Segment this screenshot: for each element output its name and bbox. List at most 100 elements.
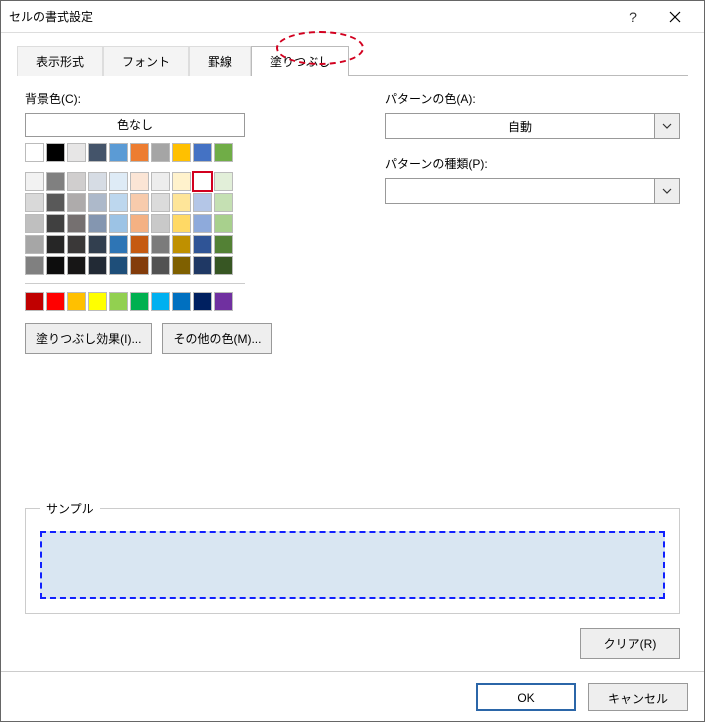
chevron-down-icon [654,178,680,204]
color-swatch[interactable] [130,235,149,254]
color-swatch[interactable] [130,172,149,191]
color-swatch[interactable] [214,292,233,311]
color-swatch[interactable] [193,214,212,233]
sample-group: サンプル [25,500,680,614]
color-swatch[interactable] [172,235,191,254]
color-swatch[interactable] [130,214,149,233]
color-swatch[interactable] [25,172,44,191]
color-swatch[interactable] [88,214,107,233]
color-swatch[interactable] [172,172,191,191]
color-swatch[interactable] [151,193,170,212]
chevron-down-icon [654,113,680,139]
color-swatch[interactable] [151,235,170,254]
color-swatch[interactable] [25,292,44,311]
color-swatch[interactable] [214,235,233,254]
color-swatch[interactable] [193,143,212,162]
pattern-type-label: パターンの種類(P): [385,155,680,172]
color-swatch[interactable] [46,214,65,233]
tab-bar: 表示形式 フォント 罫線 塗りつぶし [17,45,688,76]
fill-effects-button[interactable]: 塗りつぶし効果(I)... [25,323,152,354]
color-swatch[interactable] [193,256,212,275]
color-swatch[interactable] [109,214,128,233]
color-swatch[interactable] [130,256,149,275]
color-swatch[interactable] [67,214,86,233]
bgcolor-label: 背景色(C): [25,90,325,107]
tab-font[interactable]: フォント [103,46,189,76]
color-swatch[interactable] [46,193,65,212]
color-swatch[interactable] [67,235,86,254]
pattern-type-dropdown[interactable] [385,178,680,204]
color-swatch[interactable] [109,256,128,275]
tab-border[interactable]: 罫線 [189,46,251,76]
color-swatch[interactable] [67,172,86,191]
help-button[interactable]: ? [612,3,654,31]
color-swatch[interactable] [214,172,233,191]
color-swatch[interactable] [25,143,44,162]
color-swatch[interactable] [109,172,128,191]
color-swatch[interactable] [214,256,233,275]
color-swatch[interactable] [172,292,191,311]
color-swatch[interactable] [46,143,65,162]
color-swatch[interactable] [88,193,107,212]
standard-color-row [25,292,325,311]
color-swatch[interactable] [193,172,212,191]
color-swatch[interactable] [88,292,107,311]
color-swatch[interactable] [46,172,65,191]
color-swatch[interactable] [67,143,86,162]
dialog-footer: OK キャンセル [1,671,704,721]
color-swatch[interactable] [88,143,107,162]
color-swatch[interactable] [25,256,44,275]
no-color-button[interactable]: 色なし [25,113,245,137]
color-swatch[interactable] [46,235,65,254]
pattern-color-dropdown[interactable]: 自動 [385,113,680,139]
color-swatch[interactable] [109,235,128,254]
color-swatch[interactable] [67,292,86,311]
color-swatch[interactable] [172,256,191,275]
color-swatch[interactable] [109,193,128,212]
color-swatch[interactable] [130,193,149,212]
clear-button[interactable]: クリア(R) [580,628,680,659]
color-swatch[interactable] [109,143,128,162]
theme-color-grid [25,172,325,275]
color-swatch[interactable] [172,214,191,233]
color-swatch[interactable] [193,292,212,311]
color-swatch[interactable] [214,143,233,162]
color-swatch[interactable] [109,292,128,311]
tab-fill[interactable]: 塗りつぶし [251,46,349,76]
ok-button[interactable]: OK [476,683,576,711]
color-swatch[interactable] [214,214,233,233]
color-swatch[interactable] [151,143,170,162]
color-swatch[interactable] [151,214,170,233]
cancel-button[interactable]: キャンセル [588,683,688,711]
color-swatch[interactable] [67,256,86,275]
sample-legend: サンプル [40,500,100,517]
color-swatch[interactable] [214,193,233,212]
color-swatch[interactable] [130,143,149,162]
color-swatch[interactable] [151,256,170,275]
palette-divider [25,283,245,284]
color-swatch[interactable] [25,235,44,254]
pattern-color-value: 自動 [385,113,654,139]
close-button[interactable] [654,3,696,31]
pattern-type-value [385,178,654,204]
color-swatch[interactable] [25,214,44,233]
color-swatch[interactable] [130,292,149,311]
color-swatch[interactable] [88,256,107,275]
sample-preview [40,531,665,599]
color-swatch[interactable] [172,193,191,212]
color-swatch[interactable] [46,256,65,275]
color-swatch[interactable] [88,235,107,254]
color-swatch[interactable] [151,172,170,191]
color-swatch[interactable] [193,193,212,212]
color-swatch[interactable] [46,292,65,311]
close-icon [669,11,681,23]
color-swatch[interactable] [67,193,86,212]
more-colors-button[interactable]: その他の色(M)... [162,323,272,354]
tab-display-format[interactable]: 表示形式 [17,46,103,76]
color-swatch[interactable] [193,235,212,254]
color-swatch[interactable] [25,193,44,212]
window-title: セルの書式設定 [9,8,612,25]
color-swatch[interactable] [88,172,107,191]
color-swatch[interactable] [151,292,170,311]
color-swatch[interactable] [172,143,191,162]
